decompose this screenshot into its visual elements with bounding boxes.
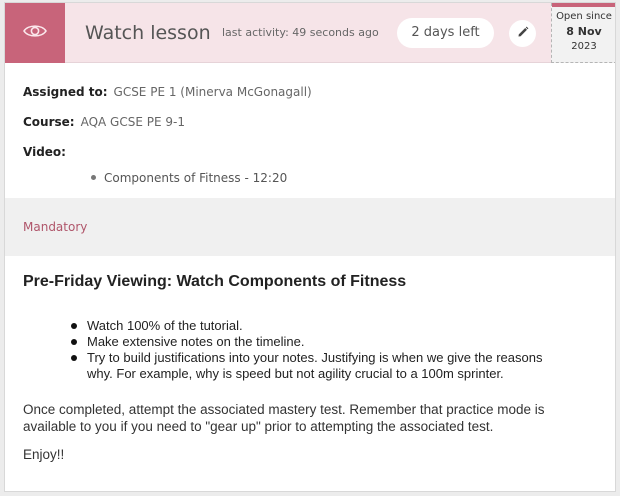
eye-icon bbox=[23, 23, 47, 44]
open-since-date: 8 Nov bbox=[566, 25, 602, 38]
pencil-icon bbox=[517, 25, 529, 43]
lesson-type-badge bbox=[5, 3, 65, 63]
assigned-row: Assigned to: GCSE PE 1 (Minerva McGonagal… bbox=[23, 85, 312, 99]
open-since-label: Open since bbox=[556, 11, 612, 22]
list-item: Watch 100% of the tutorial. bbox=[71, 318, 571, 334]
closing-text: Enjoy!! bbox=[23, 447, 65, 462]
list-item-text: Try to build justifications into your no… bbox=[87, 350, 543, 381]
list-item: Make extensive notes on the timeline. bbox=[71, 334, 571, 350]
lesson-title: Pre-Friday Viewing: Watch Components of … bbox=[23, 273, 407, 290]
mandatory-label: Mandatory bbox=[23, 220, 88, 234]
mandatory-band: Mandatory bbox=[5, 198, 615, 256]
days-left-badge: 2 days left bbox=[397, 18, 494, 48]
lesson-paragraph: Once completed, attempt the associated m… bbox=[23, 402, 545, 434]
assigned-value: GCSE PE 1 (Minerva McGonagall) bbox=[113, 85, 312, 99]
course-label: Course: bbox=[23, 115, 75, 129]
instruction-list: Watch 100% of the tutorial. Make extensi… bbox=[71, 318, 571, 382]
open-since-year: 2023 bbox=[571, 41, 597, 52]
bullet-icon bbox=[71, 323, 77, 329]
course-value: AQA GCSE PE 9-1 bbox=[80, 115, 185, 129]
lesson-card: Watch lesson last activity: 49 seconds a… bbox=[4, 2, 616, 492]
edit-button[interactable] bbox=[509, 20, 536, 47]
last-activity: last activity: 49 seconds ago bbox=[222, 26, 379, 39]
open-since-accent bbox=[552, 3, 615, 7]
page-title: Watch lesson bbox=[85, 22, 211, 44]
video-link[interactable]: Components of Fitness - 12:20 bbox=[91, 171, 287, 185]
lesson-header: Watch lesson last activity: 49 seconds a… bbox=[5, 3, 615, 63]
bullet-icon bbox=[91, 175, 96, 180]
list-item: Try to build justifications into your no… bbox=[71, 350, 571, 382]
video-label: Video: bbox=[23, 145, 66, 159]
list-item-text: Watch 100% of the tutorial. bbox=[87, 318, 243, 333]
assigned-label: Assigned to: bbox=[23, 85, 108, 99]
open-since-box: Open since 8 Nov 2023 bbox=[551, 3, 615, 63]
video-title: Components of Fitness - 12:20 bbox=[104, 171, 288, 185]
bullet-icon bbox=[71, 355, 77, 361]
bullet-icon bbox=[71, 339, 77, 345]
course-row: Course: AQA GCSE PE 9-1 bbox=[23, 115, 185, 129]
list-item-text: Make extensive notes on the timeline. bbox=[87, 334, 305, 349]
video-row: Video: bbox=[23, 145, 66, 159]
